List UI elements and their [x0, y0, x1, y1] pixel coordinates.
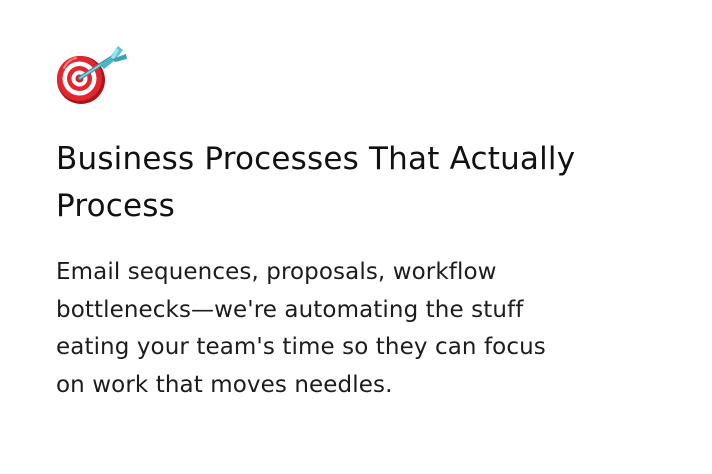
card-description: Email sequences, proposals, workflow bott… [56, 254, 656, 404]
card-title-line-1: Business Processes That Actually [56, 141, 576, 177]
bullseye-dart-icon [56, 44, 130, 106]
card-description-line-3: eating your team's time so they can focu… [56, 334, 546, 360]
card-description-line-4: on work that moves needles. [56, 371, 393, 398]
card-description-line-1: Email sequences, proposals, workflow [56, 259, 497, 285]
card-description-line-2: bottlenecks—we're automating the stuff [56, 296, 524, 323]
card-title-line-2: Process [56, 188, 175, 224]
card-title: Business Processes That Actually Process [56, 136, 656, 230]
feature-card: Business Processes That Actually Process … [0, 0, 712, 474]
